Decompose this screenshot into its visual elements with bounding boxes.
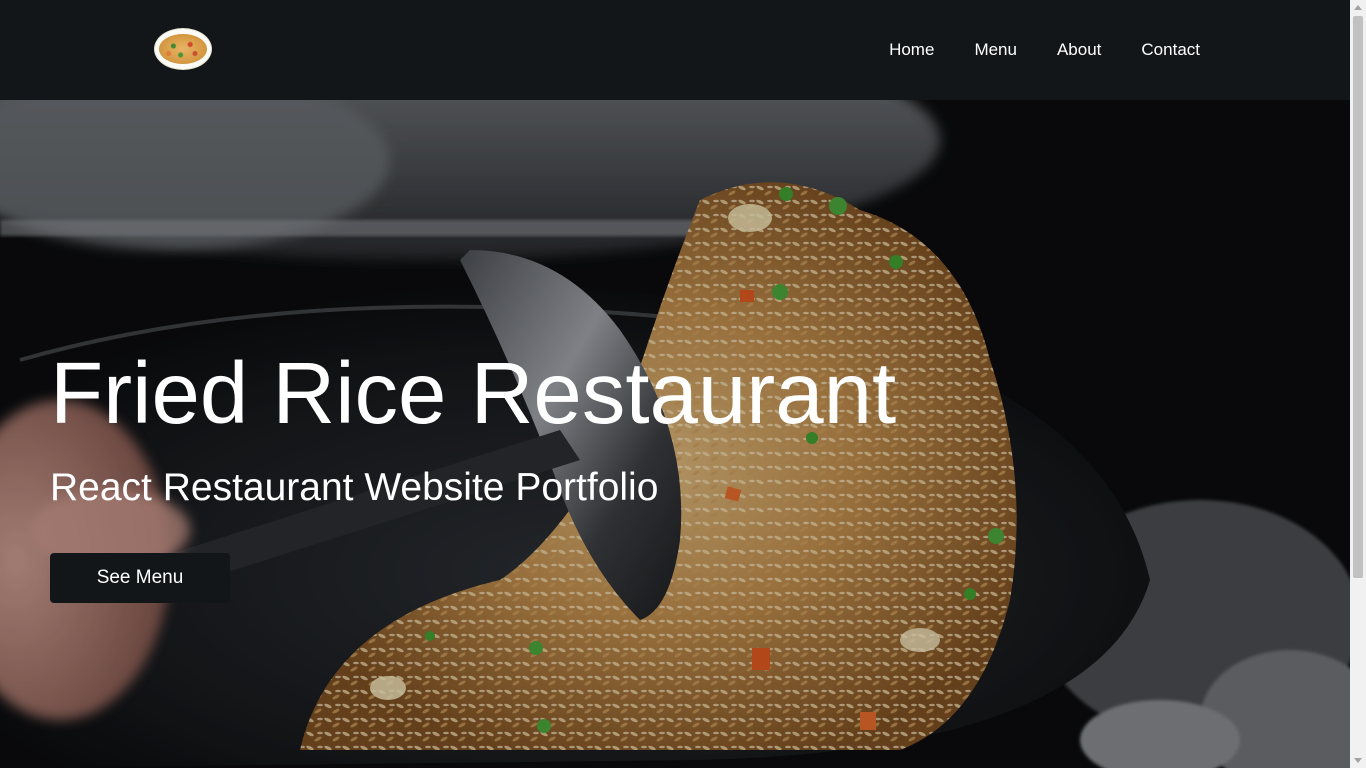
hero-section: Fried Rice Restaurant React Restaurant W… (0, 100, 1350, 768)
see-menu-button[interactable]: See Menu (50, 553, 230, 603)
scroll-up-arrow-icon[interactable] (1354, 5, 1362, 10)
scrollbar-thumb[interactable] (1353, 16, 1363, 578)
scroll-down-arrow-icon[interactable] (1354, 758, 1362, 763)
logo-rice-fill (159, 34, 207, 64)
nav-links: Home Menu About Contact (849, 0, 1200, 100)
hero-subtitle: React Restaurant Website Portfolio (50, 466, 659, 509)
hero-title: Fried Rice Restaurant (50, 345, 897, 442)
nav-link-contact[interactable]: Contact (1141, 40, 1200, 60)
page: Home Menu About Contact Fried Rice Resta… (0, 0, 1366, 768)
nav-link-menu[interactable]: Menu (974, 40, 1017, 60)
navbar: Home Menu About Contact (0, 0, 1350, 100)
nav-link-home[interactable]: Home (889, 40, 934, 60)
logo-fried-rice-icon[interactable] (155, 29, 211, 69)
vertical-scrollbar[interactable] (1350, 0, 1366, 768)
nav-link-about[interactable]: About (1057, 40, 1101, 60)
